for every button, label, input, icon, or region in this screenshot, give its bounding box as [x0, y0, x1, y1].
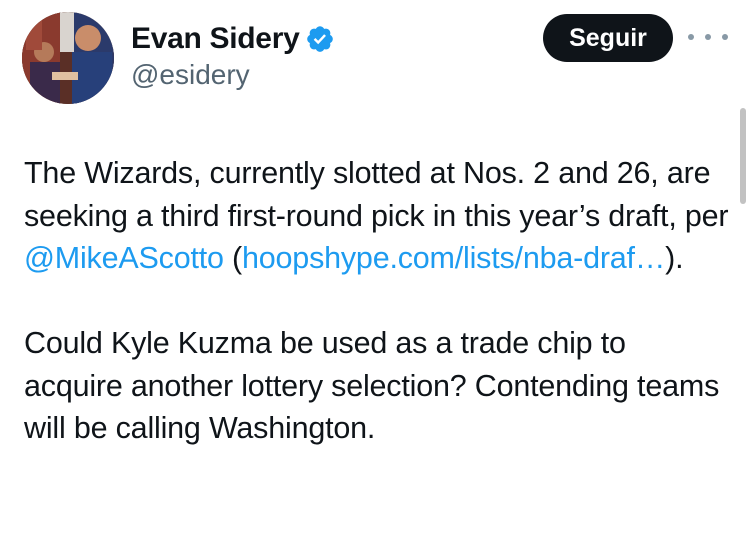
more-dot: [688, 34, 694, 40]
tweet-card: Evan Sidery @esidery Seguir The Wizards,…: [0, 0, 749, 542]
mention-link[interactable]: @MikeAScotto: [24, 241, 224, 275]
tweet-body: The Wizards, currently slotted at Nos. 2…: [24, 152, 729, 450]
avatar-photo: [22, 12, 114, 104]
more-horizontal-icon[interactable]: [688, 27, 728, 47]
tweet-paragraph-1: The Wizards, currently slotted at Nos. 2…: [24, 152, 729, 280]
author-handle[interactable]: @esidery: [131, 58, 250, 92]
tweet-text-segment: (: [223, 241, 243, 275]
article-link[interactable]: hoopshype.com/lists/nba-draf…: [242, 241, 665, 275]
scrollbar[interactable]: [740, 108, 746, 204]
author-row: Evan Sidery: [131, 22, 335, 56]
tweet-text-segment: The Wizards, currently slotted at Nos. 2…: [24, 156, 729, 233]
tweet-paragraph-2: Could Kyle Kuzma be used as a trade chip…: [24, 326, 720, 445]
tweet-text-segment: ).: [665, 241, 684, 275]
follow-button[interactable]: Seguir: [543, 14, 673, 62]
avatar[interactable]: [22, 12, 114, 104]
more-dot: [705, 34, 711, 40]
author-name[interactable]: Evan Sidery: [131, 22, 300, 56]
verified-badge-icon: [305, 24, 335, 54]
more-dot: [722, 34, 728, 40]
